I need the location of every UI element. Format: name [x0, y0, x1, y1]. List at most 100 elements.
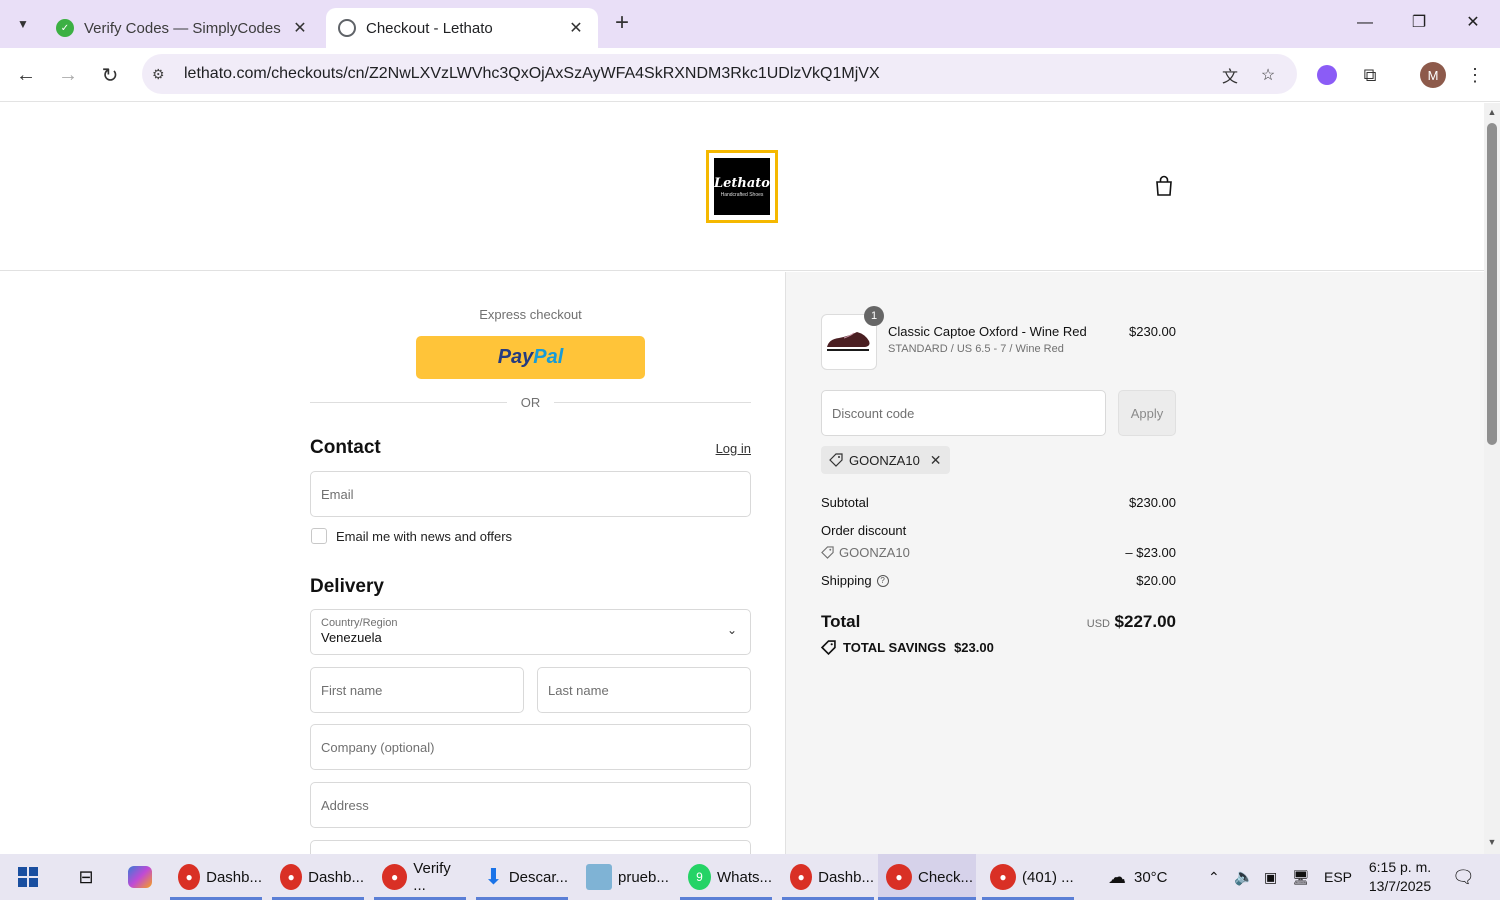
company-field[interactable]: Company (optional): [310, 724, 751, 770]
back-arrow-icon[interactable]: ←: [10, 59, 42, 91]
country-select[interactable]: Country/Region Venezuela ⌄: [310, 609, 751, 655]
scroll-down-arrow-icon[interactable]: ▼: [1487, 837, 1497, 847]
taskbar-item-dashboard-2[interactable]: ● Dashb...: [272, 854, 364, 900]
shopping-bag-icon[interactable]: [1153, 175, 1175, 197]
login-link[interactable]: Log in: [700, 441, 751, 456]
extension-purple-icon[interactable]: [1312, 60, 1342, 90]
first-name-field[interactable]: First name: [310, 667, 524, 713]
browser-toolbar: ← → ↻ ⚙ lethato.com/checkouts/cn/Z2NwLXV…: [0, 48, 1500, 102]
site-settings-icon[interactable]: ⚙: [152, 66, 172, 83]
address-line-2-field[interactable]: [310, 840, 751, 854]
scroll-up-arrow-icon[interactable]: ▲: [1487, 107, 1497, 117]
quantity-badge: 1: [864, 306, 884, 326]
extensions-puzzle-icon[interactable]: ⧉: [1355, 60, 1385, 90]
volume-icon[interactable]: 🔈: [1234, 854, 1254, 900]
savings-label: TOTAL SAVINGS: [843, 640, 947, 655]
paypal-button[interactable]: Pay Pal: [416, 336, 645, 379]
discount-code-input[interactable]: Discount code: [821, 390, 1106, 436]
total-value: $227.00: [1114, 612, 1176, 631]
meet-icon[interactable]: ▣: [1264, 854, 1277, 900]
order-summary: 1 Classic Captoe Oxford - Wine Red STAND…: [785, 272, 1484, 854]
store-logo[interactable]: Lethato Handcrafted Shoes: [706, 150, 778, 223]
express-checkout-label: Express checkout: [479, 307, 582, 322]
reload-icon[interactable]: ↻: [94, 59, 126, 91]
country-value: Venezuela: [321, 630, 382, 645]
new-tab-plus-icon[interactable]: +: [608, 10, 636, 38]
apply-discount-button[interactable]: Apply: [1118, 390, 1176, 436]
page-scrollbar[interactable]: ▲ ▼: [1484, 103, 1500, 854]
windows-taskbar: ⊟ ● Dashb... ● Dashb... ● Verify ... ⬇ D…: [0, 854, 1500, 900]
newsletter-checkbox[interactable]: [311, 528, 327, 544]
taskbar-item-whatsapp[interactable]: 9 Whats...: [680, 854, 772, 900]
translate-icon[interactable]: 文: [1219, 64, 1241, 86]
close-window-icon[interactable]: ✕: [1450, 8, 1496, 38]
total-savings-row: TOTAL SAVINGS $23.00: [821, 640, 1002, 655]
taskbar-item-downloads[interactable]: ⬇ Descar...: [476, 854, 568, 900]
language-indicator[interactable]: ESP: [1324, 854, 1352, 900]
checkout-header: Lethato Handcrafted Shoes: [0, 103, 1484, 271]
help-circle-icon[interactable]: ?: [876, 574, 889, 587]
chevron-down-icon: ⌄: [726, 623, 737, 637]
weather-widget[interactable]: ☁ 30°C: [1108, 854, 1168, 900]
chrome-icon: ●: [886, 864, 912, 890]
savings-value: $23.00: [954, 640, 994, 655]
chrome-icon: ●: [178, 864, 201, 890]
minimize-icon[interactable]: —: [1342, 8, 1388, 38]
total-row: Total USD $227.00: [821, 612, 1176, 632]
tag-icon: [829, 453, 843, 467]
start-windows-icon[interactable]: [8, 854, 48, 900]
taskbar-item-dashboard-1[interactable]: ● Dashb...: [170, 854, 262, 900]
taskbar-item-prueba[interactable]: prueb...: [578, 854, 670, 900]
applied-code-text: GOONZA10: [849, 452, 920, 468]
shipping-row: Shipping ? $20.00: [821, 573, 1176, 588]
tab-title: Verify Codes — SimplyCodes: [84, 19, 281, 37]
menu-kebab-icon[interactable]: ⋮: [1460, 60, 1490, 90]
restore-icon[interactable]: ❐: [1396, 8, 1442, 38]
tab-search-chevron-icon[interactable]: ▼: [8, 9, 38, 39]
taskbar-item-checkout[interactable]: ● Check...: [878, 854, 976, 900]
network-icon[interactable]: 🖥: [1292, 854, 1310, 900]
globe-icon: [338, 19, 356, 37]
remove-code-icon[interactable]: ✕: [930, 452, 942, 469]
close-tab-icon[interactable]: ✕: [290, 18, 310, 38]
weather-cloud-icon: ☁: [1108, 866, 1126, 887]
system-clock[interactable]: 6:15 p. m. 13/7/2025: [1360, 858, 1440, 896]
last-name-field[interactable]: Last name: [537, 667, 751, 713]
address-field[interactable]: Address: [310, 782, 751, 828]
newsletter-option[interactable]: Email me with news and offers: [311, 528, 512, 544]
address-bar[interactable]: ⚙ lethato.com/checkouts/cn/Z2NwLXVzLWVhc…: [142, 54, 1297, 94]
browser-tab-bar: ▼ ✓ Verify Codes — SimplyCodes ✕ Checkou…: [0, 0, 1500, 48]
discount-value: – $23.00: [1125, 545, 1176, 560]
taskbar-item-verify[interactable]: ● Verify ...: [374, 854, 466, 900]
notification-icon[interactable]: 🗨: [1452, 854, 1475, 900]
tab-verify-codes[interactable]: ✓ Verify Codes — SimplyCodes ✕: [44, 8, 322, 48]
chrome-icon: ●: [280, 864, 303, 890]
whatsapp-icon: 9: [688, 864, 711, 890]
discount-code-line: GOONZA10: [839, 545, 910, 560]
taskbar-item-dashboard-3[interactable]: ● Dashb...: [782, 854, 874, 900]
download-arrow-icon: ⬇: [484, 864, 503, 889]
bookmark-star-icon[interactable]: ☆: [1257, 64, 1279, 86]
shoe-image: [827, 332, 870, 351]
logo-sub-text: Handcrafted Shoes: [720, 191, 764, 198]
total-currency: USD: [1086, 618, 1110, 630]
taskbar-item-401[interactable]: ● (401) ...: [982, 854, 1074, 900]
copilot-icon[interactable]: [120, 854, 160, 900]
tag-icon: [821, 546, 834, 559]
scroll-thumb[interactable]: [1487, 123, 1497, 445]
applied-code-chip: GOONZA10 ✕: [821, 446, 950, 474]
tab-checkout[interactable]: Checkout - Lethato ✕: [326, 8, 598, 48]
url-text[interactable]: lethato.com/checkouts/cn/Z2NwLXVzLWVhc3Q…: [184, 65, 880, 83]
task-view-icon[interactable]: ⊟: [66, 854, 106, 900]
or-divider: OR: [310, 394, 751, 410]
close-tab-icon[interactable]: ✕: [566, 18, 586, 38]
forward-arrow-icon[interactable]: →: [52, 59, 84, 91]
product-variant: STANDARD / US 6.5 - 7 / Wine Red: [888, 343, 1064, 355]
clock-time: 6:15 p. m.: [1368, 859, 1432, 875]
tray-chevron-up-icon[interactable]: ⌃: [1208, 854, 1220, 900]
tab-title: Checkout - Lethato: [366, 19, 493, 37]
email-field[interactable]: Email: [310, 471, 751, 517]
profile-avatar[interactable]: M: [1420, 62, 1446, 88]
shipping-value: $20.00: [1136, 573, 1176, 588]
simplycodes-icon: ✓: [56, 19, 74, 37]
